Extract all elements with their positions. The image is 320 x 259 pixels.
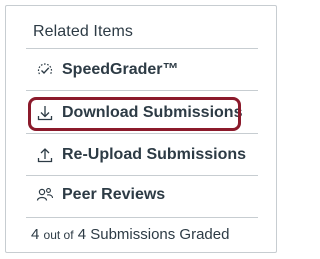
graded-status: 4 out of 4 Submissions Graded (31, 226, 229, 243)
speedgrader-icon (36, 61, 54, 79)
peer-review-icon (36, 186, 54, 204)
submissions-graded-text: 4 Submissions Graded (77, 226, 230, 243)
highlight-box (28, 97, 241, 131)
reupload-submissions-label: Re-Upload Submissions (62, 146, 247, 163)
speedgrader-link[interactable]: SpeedGrader™ (36, 58, 178, 82)
reupload-submissions-link[interactable]: Re-Upload Submissions (36, 143, 246, 167)
divider (26, 133, 258, 134)
speedgrader-label: SpeedGrader™ (62, 61, 179, 78)
divider (26, 90, 258, 91)
peer-reviews-link[interactable]: Peer Reviews (36, 183, 165, 207)
divider (26, 217, 258, 218)
related-items-heading: Related Items (33, 23, 134, 40)
divider (26, 48, 258, 49)
divider (26, 175, 258, 176)
related-items-panel: Related Items SpeedGrader™ Download Subm… (5, 5, 277, 253)
upload-icon (36, 146, 54, 164)
peer-reviews-label: Peer Reviews (62, 186, 166, 203)
graded-count: 4 (31, 226, 40, 243)
out-of-text: out of (43, 228, 74, 242)
